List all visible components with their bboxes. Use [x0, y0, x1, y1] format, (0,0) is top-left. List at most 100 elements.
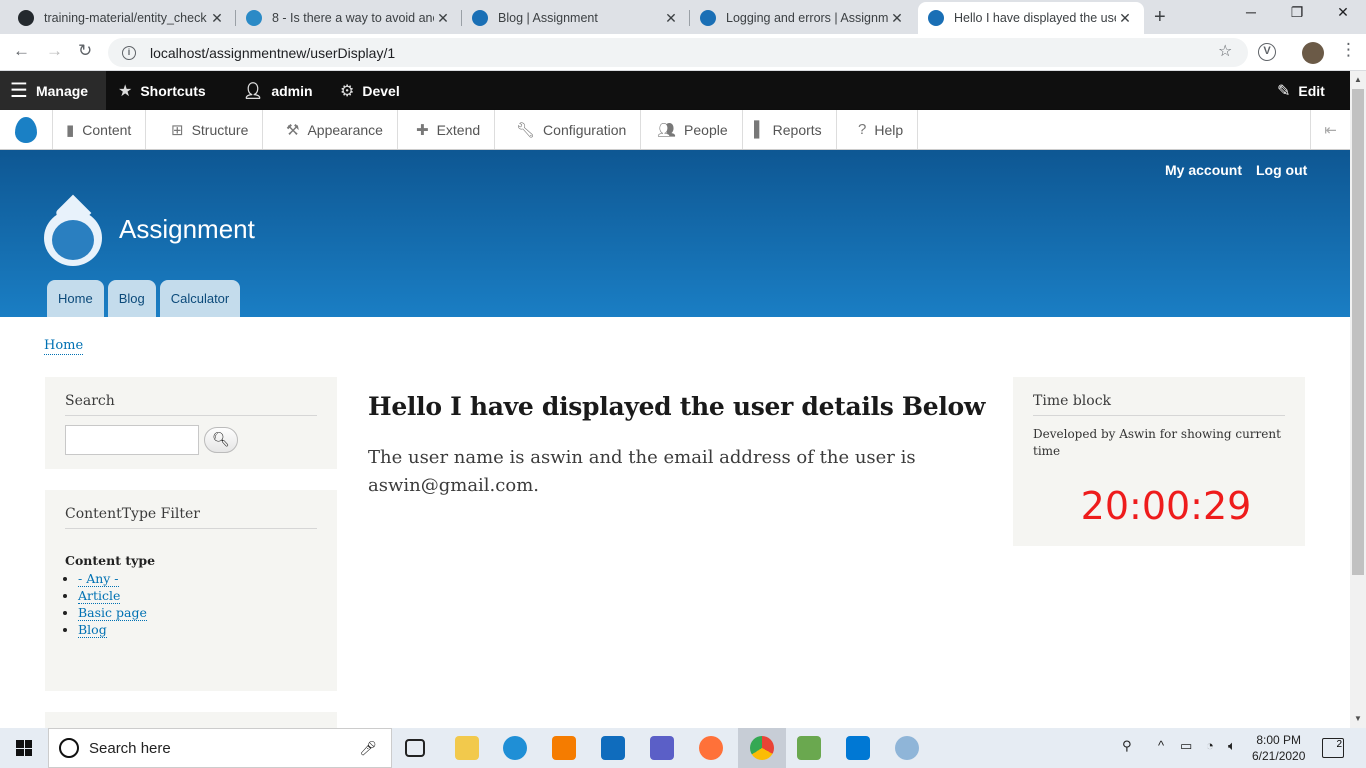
wifi-icon[interactable]: ◔ [1206, 738, 1214, 753]
filter-option-blog[interactable]: Blog [78, 622, 107, 638]
close-tab-icon[interactable]: ✕ [208, 10, 226, 27]
browser-menu-icon[interactable]: ⋮ [1340, 40, 1357, 60]
log-out-link[interactable]: Log out [1256, 162, 1307, 178]
puzzle-icon: ✚ [416, 121, 429, 139]
site-name[interactable]: Assignment [119, 214, 255, 245]
menu-extend[interactable]: ✚ Extend [404, 110, 496, 149]
taskbar-search[interactable]: Search here 🎤︎ [48, 728, 392, 768]
drupal-home-icon[interactable] [0, 110, 53, 149]
extension-v-icon[interactable]: V [1258, 43, 1276, 61]
forward-icon[interactable]: → [46, 41, 63, 61]
tab-title: Blog | Assignment [498, 11, 598, 25]
toolbar-user[interactable]: 👤︎ admin [243, 71, 313, 110]
menu-help[interactable]: ? Help [846, 110, 919, 149]
toolbar-manage[interactable]: ☰ Manage [0, 71, 107, 110]
my-account-link[interactable]: My account [1165, 162, 1242, 178]
browser-tab[interactable]: Logging and errors | Assignme… ✕ [690, 2, 916, 34]
collapse-tray-icon[interactable]: ⇤ [1310, 110, 1350, 149]
spreadsheet-icon[interactable] [797, 736, 821, 760]
people-tray-icon[interactable]: ⚲ [1122, 738, 1132, 754]
restore-button[interactable]: ❐ [1274, 4, 1320, 21]
browser-tab[interactable]: Blog | Assignment ✕ [462, 2, 690, 34]
primary-tab-calculator[interactable]: Calculator [159, 280, 241, 317]
primary-tab-home[interactable]: Home [47, 280, 104, 317]
browser-tab[interactable]: 8 - Is there a way to avoid anc… ✕ [236, 2, 462, 34]
scroll-up-icon[interactable]: ▲ [1350, 75, 1366, 84]
firefox-icon[interactable] [699, 736, 723, 760]
menu-label: Reports [772, 121, 822, 138]
vscode-icon[interactable] [846, 736, 870, 760]
task-view-icon[interactable] [405, 739, 425, 757]
new-tab-button[interactable]: + [1154, 6, 1166, 29]
minimize-button[interactable]: ─ [1228, 4, 1274, 20]
menu-structure[interactable]: ⊞ Structure [159, 110, 264, 149]
menu-people[interactable]: 👥︎ People [645, 110, 743, 149]
filter-option-basic-page[interactable]: Basic page [78, 605, 147, 621]
menu-label: Structure [191, 121, 249, 138]
site-info-icon[interactable]: i [122, 45, 136, 60]
search-input[interactable] [65, 425, 199, 455]
primary-tab-blog[interactable]: Blog [107, 280, 156, 317]
start-button[interactable] [0, 728, 48, 768]
menu-label: Help [874, 121, 904, 138]
filter-option-any[interactable]: - Any - [78, 571, 119, 587]
menu-label: Configuration [543, 121, 627, 138]
search-button[interactable]: 🔍︎ [204, 427, 238, 453]
browser-tab-active[interactable]: Hello I have displayed the user… ✕ [918, 2, 1144, 34]
taskbar: Search here 🎤︎ ⚲ ^ ▭ ◔ 🔈︎ 8:00 PM 6/21/2… [0, 728, 1366, 768]
bar-chart-icon: ▌ [754, 121, 765, 138]
close-window-button[interactable]: ✕ [1320, 4, 1366, 21]
menu-content[interactable]: ▮ Content [54, 110, 147, 149]
reload-icon[interactable]: ↻ [78, 41, 92, 61]
url-field[interactable]: i localhost/assignmentnew/userDisplay/1 [108, 38, 1248, 67]
toolbar-edit[interactable]: ✎ Edit [1277, 71, 1325, 110]
close-tab-icon[interactable]: ✕ [1116, 10, 1134, 27]
time-block: Time block Developed by Aswin for showin… [1013, 377, 1305, 546]
tab-title: Logging and errors | Assignme… [726, 11, 888, 25]
teams-icon[interactable] [650, 736, 674, 760]
taskbar-clock[interactable]: 8:00 PM 6/21/2020 [1252, 732, 1305, 764]
battery-icon[interactable]: ▭ [1180, 738, 1192, 754]
breadcrumb[interactable]: Home [44, 338, 84, 355]
sitemap-icon: ⊞ [171, 121, 184, 139]
list-item: Blog [78, 621, 317, 638]
menu-label: People [684, 121, 728, 138]
outlook-icon[interactable] [601, 736, 625, 760]
scrollbar-thumb[interactable] [1352, 89, 1364, 575]
page-scrollbar[interactable]: ▲ ▼ [1350, 71, 1366, 728]
close-tab-icon[interactable]: ✕ [434, 10, 452, 27]
pencil-icon: ✎ [1277, 82, 1291, 100]
block-title: Time block [1033, 377, 1285, 416]
chevron-up-icon[interactable]: ^ [1158, 738, 1164, 753]
edge-icon[interactable] [503, 736, 527, 760]
block-title: ContentType Filter [65, 490, 317, 529]
scroll-down-icon[interactable]: ▼ [1350, 714, 1366, 723]
address-bar: ← → ↻ i localhost/assignmentnew/userDisp… [0, 34, 1366, 71]
close-tab-icon[interactable]: ✕ [662, 10, 680, 27]
search-block: Search 🔍︎ [45, 377, 337, 469]
back-icon[interactable]: ← [13, 41, 30, 61]
volume-icon[interactable]: 🔈︎ [1228, 738, 1236, 754]
filter-option-article[interactable]: Article [78, 588, 121, 604]
microphone-icon[interactable]: 🎤︎ [359, 740, 377, 757]
paint-icon[interactable] [895, 736, 919, 760]
browser-tab[interactable]: training-material/entity_check… ✕ [8, 2, 236, 34]
toolbar-devel[interactable]: ⚙ Devel [340, 71, 400, 110]
menu-appearance[interactable]: ⚒ Appearance [274, 110, 398, 149]
notification-icon[interactable]: 2 [1322, 738, 1344, 758]
taskbar-date: 6/21/2020 [1252, 749, 1306, 763]
bookmark-star-icon[interactable]: ☆ [1218, 41, 1232, 61]
paintbrush-icon: ⚒ [286, 121, 300, 139]
chrome-icon[interactable] [750, 736, 774, 760]
xampp-icon[interactable] [552, 736, 576, 760]
menu-configuration[interactable]: 🔧︎ Configuration [504, 110, 642, 149]
toolbar-edit-label: Edit [1298, 82, 1325, 99]
site-logo[interactable] [44, 202, 102, 266]
filter-label: Content type [65, 553, 156, 568]
toolbar-shortcuts[interactable]: ★ Shortcuts [118, 71, 206, 110]
toolbar-shortcuts-label: Shortcuts [140, 82, 206, 99]
profile-avatar[interactable] [1302, 42, 1324, 64]
file-explorer-icon[interactable] [455, 736, 479, 760]
close-tab-icon[interactable]: ✕ [888, 10, 906, 27]
menu-reports[interactable]: ▌ Reports [742, 110, 837, 149]
